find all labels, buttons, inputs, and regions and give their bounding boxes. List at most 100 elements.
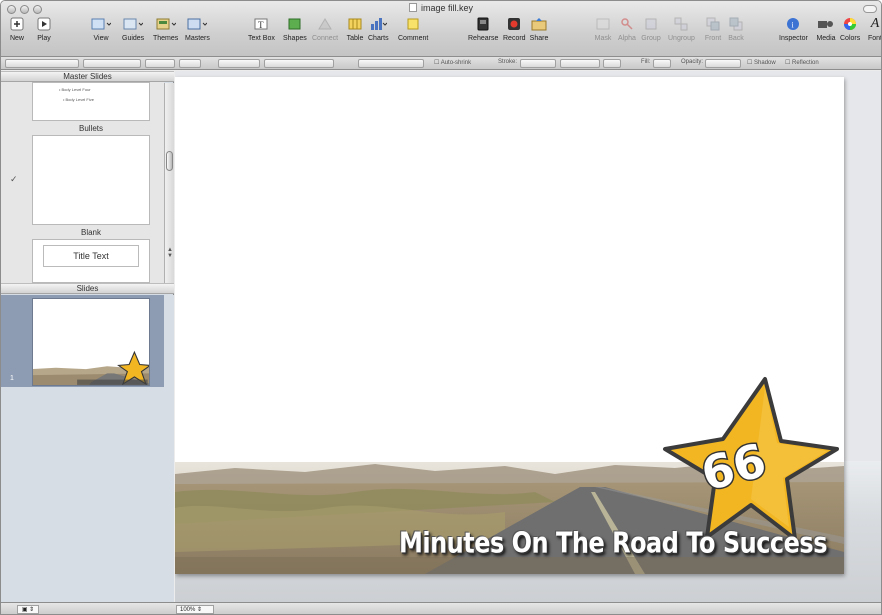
style-popup[interactable] [5,59,79,68]
view-icon [91,15,111,32]
fill-color-well[interactable] [653,59,671,68]
font-typeface-popup[interactable] [145,59,175,68]
master-slide-label: Blank [80,228,101,237]
toolbar-inspector-label: Inspector [779,35,808,42]
view-mode-button[interactable]: ▣ ⇕ [17,605,39,614]
ungroup-icon [671,15,691,32]
slide[interactable]: 66 Minutes On The Road To Success [175,77,844,574]
bold-italic-underline-buttons[interactable] [218,59,260,68]
toolbar-shapes-button[interactable]: Shapes [283,15,307,51]
stroke-width-field[interactable] [560,59,600,68]
toolbar-guides-label: Guides [122,35,145,42]
toolbar-rehearse-button[interactable]: Rehearse [468,15,498,51]
toolbar-record-button[interactable]: Record [503,15,526,51]
toolbar-mask-label: Mask [594,35,612,42]
info-icon: i [783,15,803,32]
alpha-icon [617,15,637,32]
toolbar-fonts-button[interactable]: A Font [865,15,881,51]
rehearse-icon [473,15,493,32]
autoshrink-checkbox[interactable]: ☐ Auto-shrink [434,59,471,66]
line-spacing-popup[interactable] [358,59,424,68]
window-title: image fill.key [1,3,881,13]
slide-row-selected[interactable]: 1 [1,295,164,387]
stroke-style-popup[interactable] [520,59,556,68]
reflection-checkbox[interactable]: ☐ Reflection [785,59,819,66]
toolbar-toggle-button[interactable] [863,5,877,13]
slide-thumbnail[interactable] [32,298,150,386]
toolbar-inspector-button[interactable]: i Inspector [779,15,808,51]
front-icon [703,15,723,32]
toolbar-back-button[interactable]: Back [726,15,746,51]
toolbar-comment-button[interactable]: Comment [398,15,428,51]
toolbar-group-button[interactable]: Group [641,15,661,51]
shadow-label: Shadow [754,60,776,66]
toolbar-play-button[interactable]: Play [34,15,54,51]
toolbar-group-label: Group [641,35,661,42]
master-bullet-line: • Body Level Five [63,97,94,102]
toolbar-play-label: Play [37,35,51,42]
toolbar-masters-button[interactable]: Masters [185,15,210,51]
sidebar: Master Slides • Body Level Four • Body L… [1,71,174,602]
stroke-color-well[interactable] [603,59,621,68]
toolbar-charts-button[interactable]: Charts [368,15,389,51]
star-badge-image: 66 [663,377,839,541]
shadow-checkbox[interactable]: ☐ Shadow [747,59,776,66]
svg-text:T: T [258,20,264,30]
autoshrink-label: Auto-shrink [440,60,472,66]
master-bullet-line: • Body Level Four [59,87,91,92]
window-title-text: image fill.key [420,3,474,13]
textbox-icon: T [251,15,271,32]
toolbar-rehearse-label: Rehearse [468,35,499,42]
opacity-field[interactable] [705,59,741,68]
toolbar-front-label: Front [704,35,722,42]
master-slide-label: Bullets [78,124,103,133]
slide-caption: Minutes On The Road To Success [398,526,828,560]
toolbar: image fill.key New Play View Guides Them… [1,1,881,57]
opacity-label: Opacity: [681,59,704,65]
toolbar-view-label: View [93,35,109,42]
toolbar-media-button[interactable]: Media [816,15,836,51]
toolbar-mask-button[interactable]: Mask [593,15,613,51]
zoom-popup[interactable]: 100% ⇕ [176,605,214,614]
toolbar-new-button[interactable]: New [7,15,27,51]
toolbar-textbox-button[interactable]: T Text Box [248,15,275,51]
stroke-label: Stroke: [498,59,518,65]
alignment-buttons[interactable] [264,59,334,68]
themes-icon [156,15,176,32]
slide-canvas[interactable]: 66 Minutes On The Road To Success [175,71,881,602]
scrollbar-thumb[interactable] [166,151,173,171]
toolbar-colors-button[interactable]: Colors [840,15,860,51]
fill-label: Fill: [641,59,651,65]
toolbar-front-button[interactable]: Front [703,15,723,51]
toolbar-table-button[interactable]: Table [345,15,365,51]
toolbar-themes-button[interactable]: Themes [153,15,178,51]
toolbar-ungroup-button[interactable]: Ungroup [668,15,695,51]
table-icon [345,15,365,32]
checkmark-icon: ✓ [10,174,18,184]
master-list-scrollbar[interactable]: ▲ ▼ [164,83,174,283]
toolbar-charts-label: Charts [368,35,389,42]
mask-icon [593,15,613,32]
resize-handle-icon[interactable]: ▲ ▼ [165,247,175,259]
slide-number: 1 [10,375,14,382]
font-size-field[interactable] [179,59,201,68]
toolbar-guides-button[interactable]: Guides [122,15,144,51]
fonts-icon: A [870,15,880,31]
toolbar-share-button[interactable]: Share [529,15,549,51]
document-icon [408,3,417,12]
toolbar-alpha-button[interactable]: Alpha [617,15,637,51]
shapes-icon [285,15,305,32]
toolbar-view-button[interactable]: View [91,15,111,51]
font-family-popup[interactable] [83,59,141,68]
master-slide-thumbnail[interactable]: Title Text [32,239,150,283]
toolbar-share-label: Share [529,35,549,42]
keynote-window: image fill.key New Play View Guides Them… [0,0,882,615]
slide-navigator: 1 [1,295,174,602]
master-slide-thumbnail[interactable] [32,135,150,225]
toolbar-connect-button[interactable]: Connect [312,15,338,51]
toolbar-media-label: Media [816,35,836,42]
toolbar-table-label: Table [346,35,364,42]
toolbar-new-label: New [9,35,24,42]
zoom-value: 100% [180,607,196,613]
master-slide-thumbnail[interactable]: • Body Level Four • Body Level Five [32,82,150,121]
